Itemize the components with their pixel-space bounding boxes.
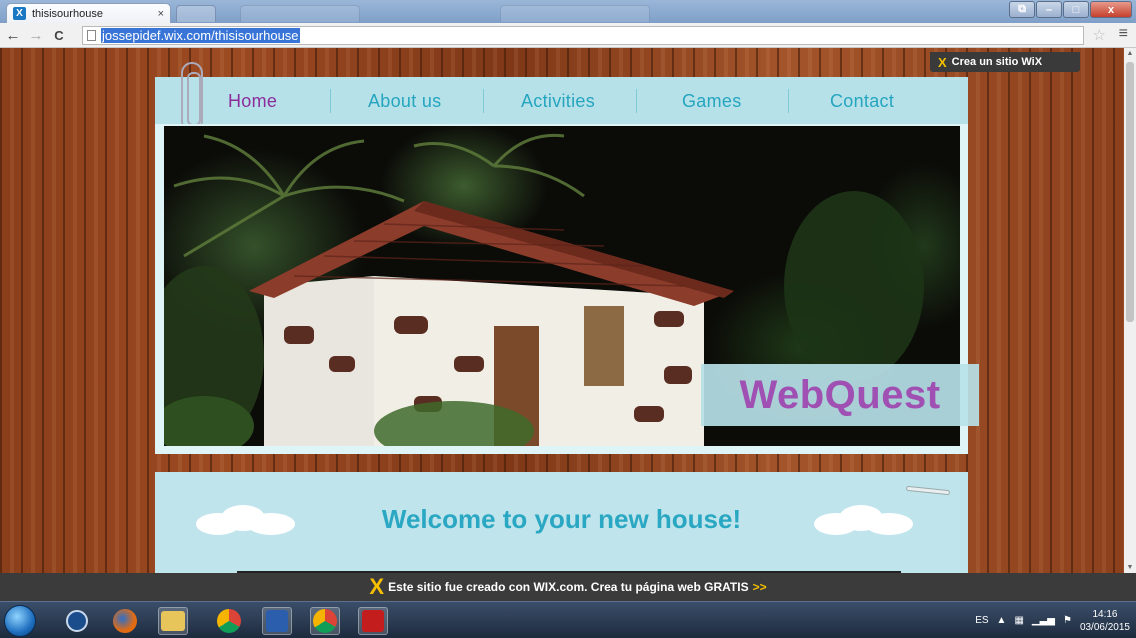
signal-icon[interactable]: ▁▃▅ [1032, 615, 1055, 626]
wix-logo-icon: X [369, 574, 385, 599]
wix-logo-icon: X [938, 54, 947, 70]
wix-footer-arrows: >> [752, 580, 767, 594]
tray-expand-icon[interactable]: ▲ [997, 615, 1007, 626]
bookmark-star-icon[interactable]: ☆ [1093, 26, 1106, 44]
nav-item-home[interactable]: Home [228, 91, 277, 112]
address-bar[interactable]: jossepidef.wix.com/thisisourhouse [82, 26, 1084, 45]
file-explorer-icon[interactable] [158, 607, 188, 635]
pdf-reader-icon[interactable] [358, 607, 388, 635]
wix-footer-bar[interactable]: X Este sitio fue creado con WIX.com. Cre… [0, 573, 1136, 601]
firefox-icon[interactable] [110, 607, 140, 635]
nav-divider [330, 89, 331, 113]
tab-strip: X thisisourhouse × ⧉ – □ x [0, 0, 1136, 23]
site-navigation: Home About us Activities Games Contact [155, 77, 968, 124]
browser-tab[interactable]: X thisisourhouse × [6, 3, 171, 23]
web-page: X Crea un sitio WiX Home About us Activi… [0, 48, 1124, 573]
nav-item-about-us[interactable]: About us [368, 91, 441, 112]
nav-divider [483, 89, 484, 113]
language-indicator[interactable]: ES [975, 615, 988, 626]
cloud-icon [814, 505, 913, 535]
flag-icon[interactable]: ⚑ [1063, 615, 1072, 626]
welcome-banner: Welcome to your new house! [155, 472, 968, 573]
window-controls: ⧉ – □ x [1009, 1, 1132, 18]
nav-item-contact[interactable]: Contact [830, 91, 894, 112]
pin-icon [905, 485, 951, 496]
minimize-button[interactable]: – [1036, 1, 1062, 18]
scroll-down-icon[interactable]: ▼ [1124, 564, 1136, 571]
nav-divider [788, 89, 789, 113]
nav-divider [636, 89, 637, 113]
close-window-button[interactable]: x [1090, 1, 1132, 18]
clock[interactable]: 14:16 03/06/2015 [1080, 608, 1130, 634]
tab-close-icon[interactable]: × [158, 8, 164, 20]
new-tab-button[interactable] [176, 5, 216, 22]
webquest-label: WebQuest [701, 364, 979, 426]
screen: X thisisourhouse × ⧉ – □ x ← → C jossepi… [0, 0, 1136, 638]
page-icon [87, 30, 96, 41]
system-tray: ES ▲ ▦ ▁▃▅ ⚑ 14:16 03/06/2015 [975, 602, 1130, 638]
browser-menu-icon[interactable]: ≡ [1119, 25, 1128, 43]
browser-toolbar: ← → C jossepidef.wix.com/thisisourhouse [0, 23, 1136, 48]
paperclip-icon [181, 62, 203, 132]
tab-title: thisisourhouse [32, 7, 103, 20]
clock-time: 14:16 [1092, 608, 1118, 620]
wix-favicon-icon: X [13, 7, 26, 20]
restore-icon[interactable]: ⧉ [1009, 1, 1035, 18]
network-icon[interactable]: ▦ [1014, 615, 1023, 626]
nav-item-games[interactable]: Games [682, 91, 742, 112]
scrollbar-thumb[interactable] [1126, 62, 1134, 322]
chrome-icon[interactable] [310, 607, 340, 635]
reload-icon[interactable]: C [49, 28, 69, 43]
wix-create-site-badge[interactable]: X Crea un sitio WiX [930, 52, 1080, 72]
url-text[interactable]: jossepidef.wix.com/thisisourhouse [101, 28, 300, 43]
word-icon[interactable] [262, 607, 292, 635]
scroll-up-icon[interactable]: ▲ [1124, 50, 1136, 57]
hp-icon[interactable] [62, 607, 92, 635]
wix-badge-label: Crea un sitio WiX [951, 56, 1043, 68]
background-window-tab [500, 5, 650, 22]
windows-taskbar: ES ▲ ▦ ▁▃▅ ⚑ 14:16 03/06/2015 [0, 601, 1136, 638]
clock-date: 03/06/2015 [1079, 621, 1130, 633]
maximize-button[interactable]: □ [1063, 1, 1089, 18]
forward-arrow-icon[interactable]: → [26, 27, 46, 44]
page-scrollbar[interactable]: ▲ ▼ [1124, 48, 1136, 573]
background-window-tab [240, 5, 360, 22]
nav-item-activities[interactable]: Activities [521, 91, 595, 112]
start-button[interactable] [4, 605, 36, 637]
back-arrow-icon[interactable]: ← [3, 27, 23, 44]
wix-footer-text: Este sitio fue creado con WIX.com. Crea … [388, 580, 749, 594]
chrome-icon[interactable] [214, 607, 244, 635]
